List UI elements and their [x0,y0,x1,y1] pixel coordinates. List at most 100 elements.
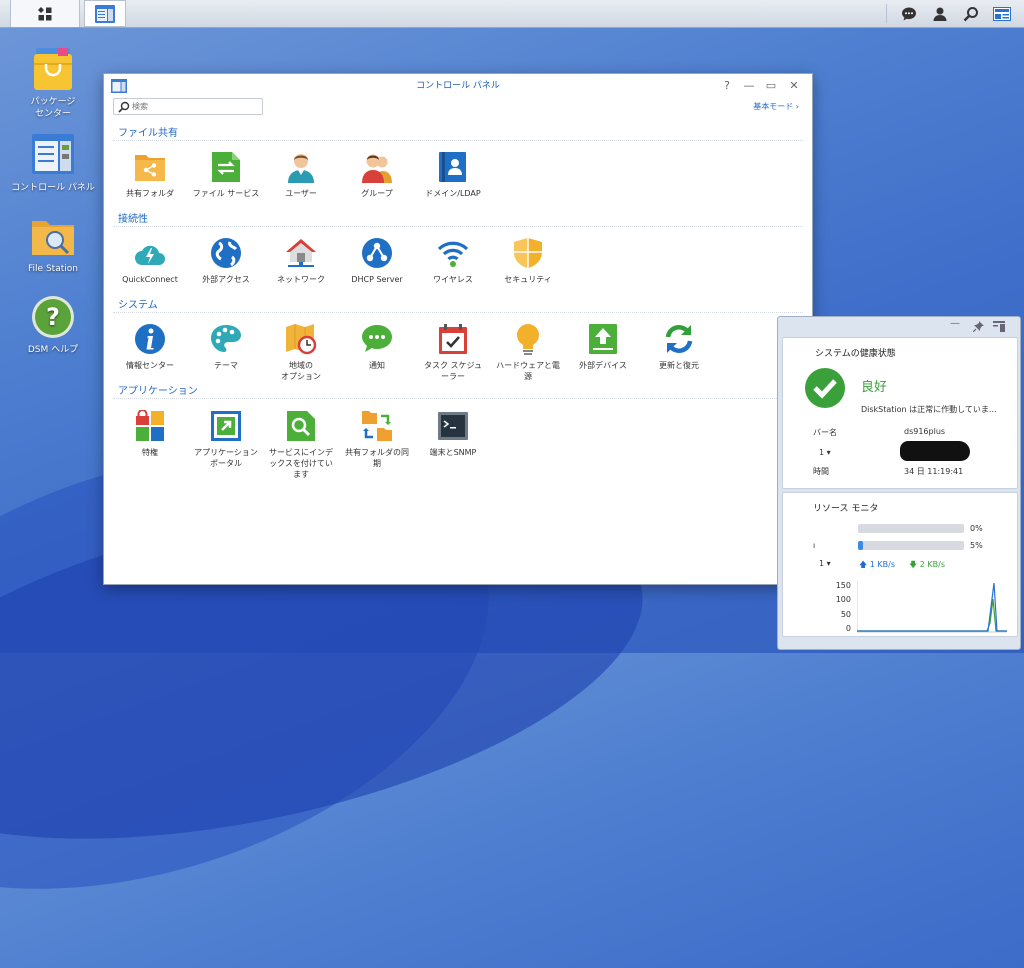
server-name-label: バー名 [813,428,837,437]
cloud-lightning-icon [134,237,166,269]
item-shared-folder-sync[interactable]: 共有フォルダの同 期 [337,410,417,469]
globe-icon [210,237,242,269]
item-privileges[interactable]: 特権 [110,410,190,458]
item-label: 地域の オプション [281,361,321,381]
desktop-file-station[interactable]: File Station [8,213,98,275]
server-name-value: ds916plus [904,427,946,436]
search-input[interactable] [130,102,254,111]
basic-mode-link[interactable]: 基本モード › [753,101,799,112]
chart-y-axis: 150 100 50 0 [821,579,851,636]
desktop-control-panel[interactable]: コントロール パネル [8,132,98,194]
desktop-label: File Station [28,264,78,274]
item-theme[interactable]: テーマ [186,323,266,371]
chat-bubble-icon [361,323,393,355]
item-security[interactable]: セキュリティ [488,237,568,285]
taskbar-separator [886,4,887,23]
item-external-access[interactable]: 外部アクセス [186,237,266,285]
item-dhcp-server[interactable]: DHCP Server [337,237,417,285]
desktop-label: コントロール パネル [11,183,95,193]
item-domain-ldap[interactable]: ドメイン/LDAP [413,151,493,199]
item-label: 外部デバイス [579,361,627,370]
desktop-label: DSM ヘルプ [27,345,79,355]
item-user[interactable]: ユーザー [261,151,341,199]
item-label: ユーザー [285,189,317,198]
upload-value: 1 KB/s [869,560,896,569]
user-button[interactable] [924,0,955,27]
ip-dropdown[interactable]: 1 ▾ [819,448,831,457]
pin-icon[interactable] [973,321,984,332]
network-home-icon [285,237,317,269]
item-external-devices[interactable]: 外部デバイス [563,323,643,371]
item-info-center[interactable]: 情報センター [110,323,190,371]
widgets-icon [992,6,1011,21]
item-label: テーマ [214,361,238,370]
item-indexing-service[interactable]: サービスにインデ ックスを付けてい ます [261,410,341,480]
upload-speed: 🡅 1 KB/s [859,559,895,573]
item-notification[interactable]: 通知 [337,323,417,371]
item-label: ファイル サービス [192,189,260,198]
item-application-portal[interactable]: アプリケーション ポータル [186,410,266,469]
minimize-icon[interactable]: — [950,318,960,329]
item-group[interactable]: グループ [337,151,417,199]
item-label: サービスにインデ ックスを付けてい ます [269,448,333,479]
section-divider [113,398,803,399]
uptime-value: 34 日 11:19:41 [904,467,964,476]
health-message: DiskStation は正常に作動していま... [861,405,997,414]
close-button[interactable]: ✕ [784,74,804,98]
help-button[interactable]: ? [717,74,737,98]
widget-title: リソース モニタ [813,504,879,514]
section-title: 接続性 [118,214,148,225]
section-divider [113,140,803,141]
notifications-button[interactable] [893,0,924,27]
item-file-services[interactable]: ファイル サービス [186,151,266,199]
section-divider [113,226,803,227]
lan-dropdown[interactable]: 1 ▾ [819,559,831,568]
item-network[interactable]: ネットワーク [261,237,341,285]
system-health-widget: システムの健康状態 良好 DiskStation は正常に作動していま... バ… [782,337,1018,489]
item-hardware-power[interactable]: ハードウェアと電 源 [488,323,568,382]
desktop-dsm-help[interactable]: ? DSM ヘルプ [8,294,98,356]
cpu-usage-bar [858,524,964,533]
section-divider [113,312,803,313]
item-label: アプリケーション ポータル [194,448,258,468]
widget-settings-icon[interactable] [993,321,1005,332]
maximize-button[interactable]: ▭ [761,74,781,98]
item-regional-options[interactable]: 地域の オプション [261,323,341,382]
network-chart [857,581,1007,633]
palette-icon [210,323,242,355]
ram-label: ı [813,541,816,550]
item-shared-folder[interactable]: 共有フォルダ [110,151,190,199]
ram-usage-fill [858,541,864,550]
item-quickconnect[interactable]: QuickConnect [110,237,190,285]
item-label: セキュリティ [504,275,552,284]
shared-folder-icon [134,151,166,183]
user-icon [933,7,946,21]
download-value: 2 KB/s [919,560,946,569]
item-wireless[interactable]: ワイヤレス [413,237,493,285]
help-icon: ? [30,294,76,340]
download-series [857,598,1007,632]
item-label: ネットワーク [277,275,325,284]
uptime-label: 時間 [813,467,829,476]
search-button[interactable] [955,0,986,27]
widget-panel: — システムの健康状態 良好 DiskStation は正常に作動していま...… [777,316,1021,650]
info-icon [134,323,166,355]
y-tick: 50 [840,609,851,619]
item-terminal-snmp[interactable]: 端末とSNMP [413,410,493,458]
section-title: アプリケーション [118,386,198,397]
redacted-block [900,441,970,461]
main-menu-button[interactable] [10,0,80,27]
dhcp-icon [361,237,393,269]
ram-percent: 5% [970,541,983,550]
user-icon [285,151,317,183]
minimize-button[interactable]: — [739,74,759,98]
desktop-package-center[interactable]: パッケージ センター [8,46,98,120]
taskbar-control-panel[interactable] [84,0,126,27]
item-task-scheduler[interactable]: タスク スケジュ ーラー [413,323,493,382]
item-label: 通知 [369,361,385,370]
widget-title: システムの健康状態 [815,349,896,359]
terminal-icon [437,410,469,442]
item-update-restore[interactable]: 更新と復元 [639,323,719,371]
wifi-icon [437,237,469,269]
widgets-button[interactable] [986,0,1017,27]
